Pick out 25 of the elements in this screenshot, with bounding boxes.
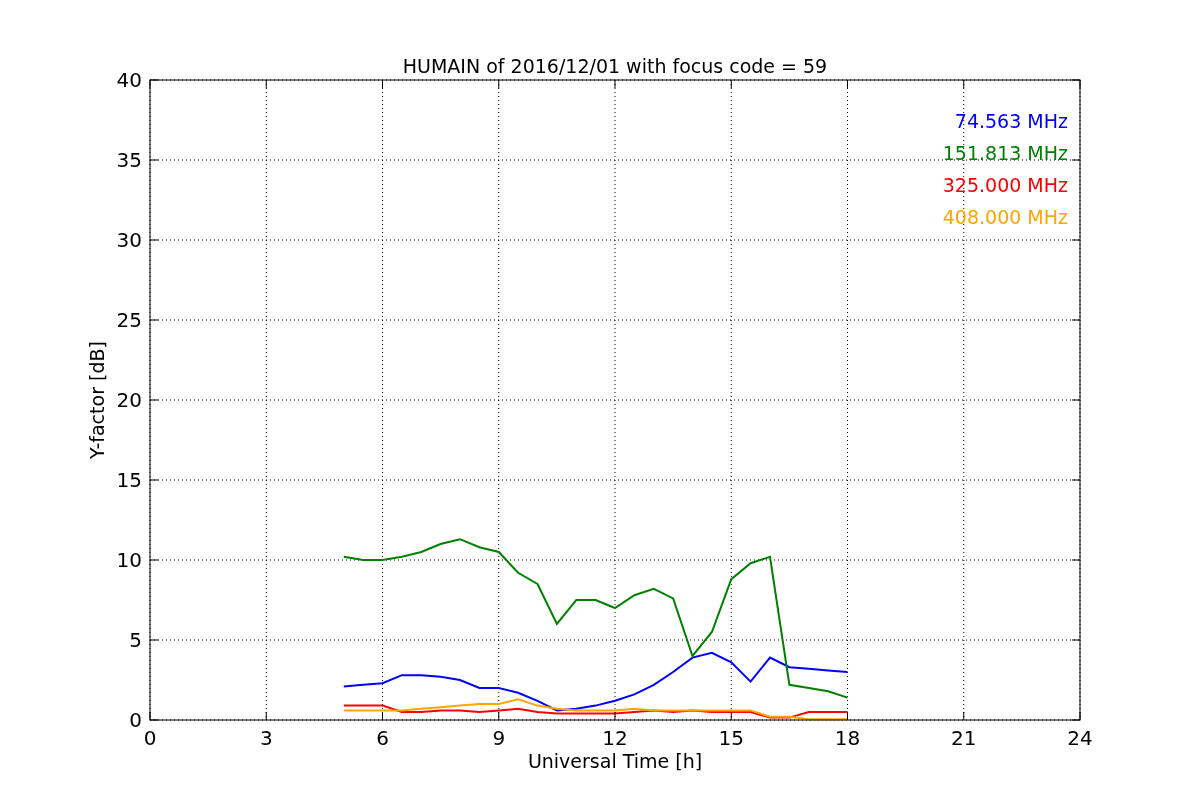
tick-label: 30 xyxy=(116,228,142,252)
tick-label: 0 xyxy=(129,708,142,732)
tick-label: 18 xyxy=(834,726,861,750)
tick-label: 12 xyxy=(602,726,628,750)
tick-label: 0 xyxy=(143,726,157,750)
tick-label: 3 xyxy=(259,726,273,750)
tick-label: 24 xyxy=(1067,726,1093,750)
axis-label: Y-factor [dB] xyxy=(86,341,108,459)
tick-label: 25 xyxy=(116,308,142,332)
tick-label: 6 xyxy=(376,726,389,750)
legend-label: 325.000 MHz xyxy=(942,174,1068,196)
tick-label: 15 xyxy=(116,468,142,492)
legend-label: 74.563 MHz xyxy=(954,110,1068,132)
tick-label: 21 xyxy=(951,726,977,750)
tick-label: 15 xyxy=(718,726,744,750)
tick-label: 20 xyxy=(116,388,142,412)
tick-label: 35 xyxy=(116,148,142,172)
tick-label: 10 xyxy=(116,548,142,572)
axis-label: Universal Time [h] xyxy=(527,750,703,772)
legend-label: 408.000 MHz xyxy=(942,206,1068,228)
tick-label: 5 xyxy=(129,628,142,652)
chart-title: HUMAIN of 2016/12/01 with focus code = 59 xyxy=(402,55,828,77)
tick-label: 40 xyxy=(116,68,142,92)
tick-label: 9 xyxy=(492,726,506,750)
legend-label: 151.813 MHz xyxy=(942,142,1068,164)
